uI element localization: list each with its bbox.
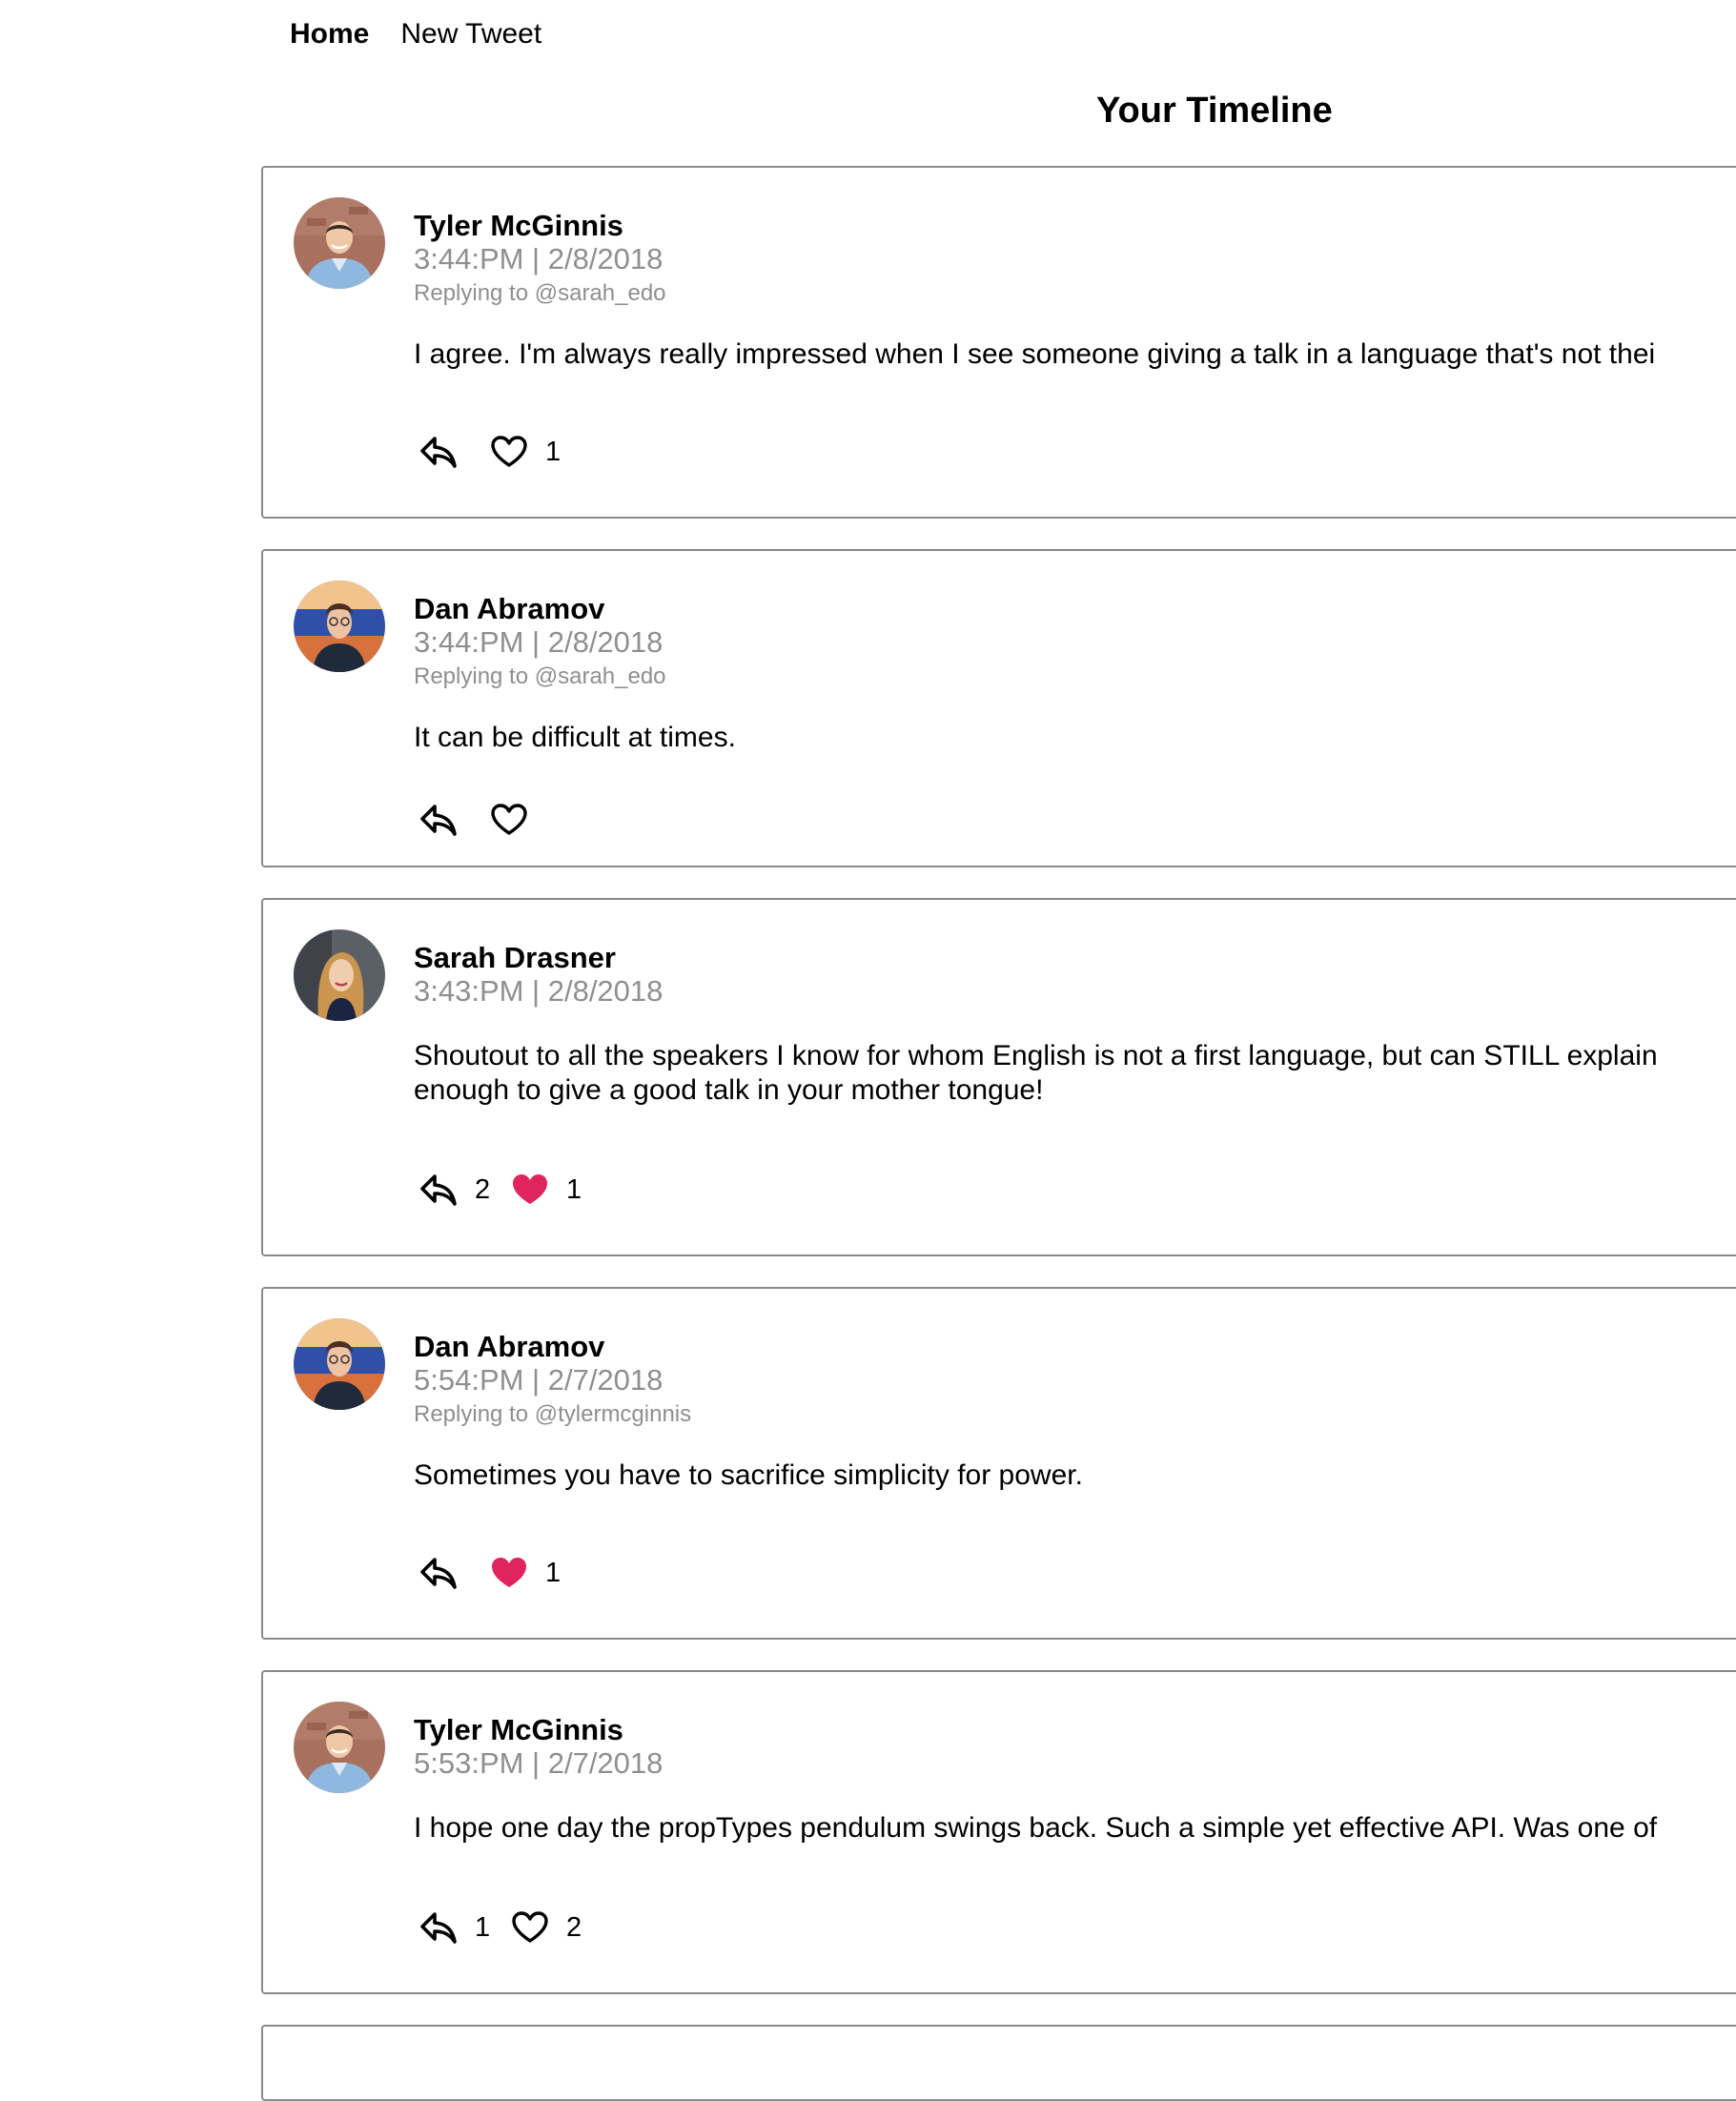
avatar — [294, 1318, 385, 1410]
sarah-avatar-image — [294, 929, 385, 1021]
tweet-text: Shoutout to all the speakers I know for … — [414, 1040, 1658, 1071]
heart-outline-icon[interactable] — [509, 1908, 551, 1947]
reply-icon[interactable] — [418, 1908, 460, 1947]
dan-avatar-image — [294, 581, 385, 672]
heart-filled-icon[interactable] — [488, 1554, 530, 1592]
tweet-actions — [418, 801, 530, 839]
tweet-timestamp: 5:54:PM | 2/7/2018 — [414, 1363, 664, 1397]
nav-home-link[interactable]: Home — [290, 17, 369, 51]
like-count: 1 — [545, 1558, 562, 1588]
top-nav: Home New Tweet — [290, 17, 541, 51]
heart-outline-icon[interactable] — [488, 801, 530, 839]
tweet-card[interactable]: Tyler McGinnis 5:53:PM | 2/7/2018 I hope… — [261, 1670, 1736, 1994]
tweet-timestamp: 3:43:PM | 2/8/2018 — [414, 974, 664, 1008]
tweet-content: Dan Abramov 3:44:PM | 2/8/2018 Replying … — [414, 593, 1736, 755]
tweet-text: I agree. I'm always really impressed whe… — [414, 338, 1656, 370]
tweet-author: Sarah Drasner — [414, 941, 616, 974]
tweet-content: Dan Abramov 5:54:PM | 2/7/2018 Replying … — [414, 1331, 1736, 1493]
like-count: 1 — [566, 1174, 582, 1205]
reply-icon[interactable] — [418, 433, 460, 471]
tweet-replying-to[interactable]: Replying to @sarah_edo — [414, 662, 1736, 692]
reply-count: 1 — [475, 1912, 491, 1943]
reply-count: 2 — [475, 1174, 491, 1205]
avatar — [294, 197, 385, 289]
tweet-author: Tyler McGinnis — [414, 1713, 623, 1746]
tweet-text-line2: enough to give a good talk in your mothe… — [414, 1074, 1044, 1106]
tyler-avatar-image — [294, 1702, 385, 1793]
tweet-actions: 2 1 — [418, 1171, 583, 1209]
heart-outline-icon[interactable] — [488, 433, 530, 471]
tweet-card[interactable]: Dan Abramov 5:54:PM | 2/7/2018 Replying … — [261, 1287, 1736, 1640]
reply-icon[interactable] — [418, 1554, 460, 1592]
nav-new-tweet-link[interactable]: New Tweet — [400, 17, 541, 51]
tweet-card[interactable]: Tyler McGinnis 3:44:PM | 2/8/2018 Replyi… — [261, 166, 1736, 519]
heart-filled-icon[interactable] — [509, 1171, 551, 1209]
tweet-timestamp: 3:44:PM | 2/8/2018 — [414, 242, 664, 275]
page-title: Your Timeline — [1096, 91, 1333, 131]
tweet-text: I hope one day the propTypes pendulum sw… — [414, 1812, 1658, 1844]
tweet-card[interactable]: Sarah Drasner 3:43:PM | 2/8/2018 Shoutou… — [261, 898, 1736, 1256]
reply-icon[interactable] — [418, 801, 460, 839]
tweet-card[interactable]: Dan Abramov 3:44:PM | 2/8/2018 Replying … — [261, 549, 1736, 867]
tweet-text: Sometimes you have to sacrifice simplici… — [414, 1459, 1083, 1491]
like-count: 2 — [566, 1912, 582, 1943]
tyler-avatar-image — [294, 197, 385, 289]
tweet-actions: 1 2 — [418, 1908, 583, 1947]
tweet-timestamp: 5:53:PM | 2/7/2018 — [414, 1746, 664, 1780]
reply-icon[interactable] — [418, 1171, 460, 1209]
dan-avatar-image — [294, 1318, 385, 1410]
tweet-replying-to[interactable]: Replying to @sarah_edo — [414, 278, 1736, 309]
tweet-card-partial[interactable] — [261, 2025, 1736, 2101]
tweet-text: It can be difficult at times. — [414, 722, 736, 753]
avatar — [294, 581, 385, 672]
tweet-content: Sarah Drasner 3:43:PM | 2/8/2018 Shoutou… — [414, 942, 1736, 1108]
tweet-author: Tyler McGinnis — [414, 209, 623, 242]
tweet-content: Tyler McGinnis 5:53:PM | 2/7/2018 I hope… — [414, 1714, 1736, 1846]
tweet-actions: 1 — [418, 1554, 562, 1592]
tweet-author: Dan Abramov — [414, 592, 605, 625]
tweet-timestamp: 3:44:PM | 2/8/2018 — [414, 625, 664, 659]
avatar — [294, 1702, 385, 1793]
tweet-author: Dan Abramov — [414, 1330, 605, 1363]
like-count: 1 — [545, 437, 562, 467]
tweet-actions: 1 — [418, 433, 562, 471]
tweet-replying-to[interactable]: Replying to @tylermcginnis — [414, 1399, 1736, 1430]
avatar — [294, 929, 385, 1021]
tweet-content: Tyler McGinnis 3:44:PM | 2/8/2018 Replyi… — [414, 210, 1736, 372]
